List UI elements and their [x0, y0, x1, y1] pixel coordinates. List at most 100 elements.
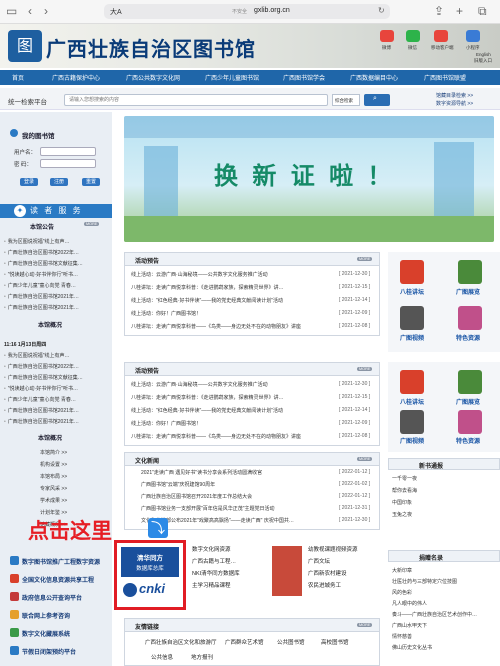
bagui-forum-icon[interactable] [400, 370, 424, 394]
overview-link[interactable]: 本馆布局 >> [40, 473, 67, 480]
bagui-forum-label[interactable]: 八桂讲坛 [400, 287, 424, 296]
login-button[interactable]: 登录 [20, 178, 38, 186]
activity-item[interactable]: 线上活动：你好！广西图书馆！ [131, 310, 331, 317]
notice-item[interactable]: 广西壮族自治区图书馆2022年… [4, 249, 108, 256]
hero-banner[interactable]: 换 新 证 啦 ！ [124, 116, 494, 242]
donation-item[interactable]: 大新印章 [392, 567, 412, 574]
username-field[interactable] [40, 147, 96, 156]
notice-item[interactable]: 广西壮族自治区图书馆2022年… [4, 363, 108, 370]
notice-item[interactable]: 广西少年儿童"童心向党 青春… [4, 396, 108, 403]
resource-link[interactable]: 广西文坛 [308, 556, 380, 568]
digital-library-link[interactable]: 数字图书馆推广工程数字资源 [22, 557, 100, 566]
holiday-booking-link[interactable]: 节假日闭架预约平台 [22, 647, 76, 656]
address-bar[interactable]: 大A 不安全 gxlib.org.cn ↻ [104, 4, 390, 19]
donation-item[interactable]: 情怀慈善 [392, 633, 412, 640]
friend-link[interactable]: 公共信息 [151, 653, 173, 661]
activities-more-button[interactable]: MORE [357, 367, 373, 371]
mini-program-label[interactable]: 小程序 [466, 45, 480, 51]
new-book-item[interactable]: 中国印象 [392, 499, 412, 506]
wechat-icon[interactable] [406, 30, 420, 42]
donation-item[interactable]: 凡人眼中的伟人 [392, 600, 427, 607]
notice-item[interactable]: "悦读越心动·好书伴你行"听书… [4, 271, 108, 278]
register-button[interactable]: 注册 [50, 178, 68, 186]
nav-children-library[interactable]: 广西少年儿童图书馆 [205, 73, 259, 82]
reset-button[interactable]: 重置 [82, 178, 100, 186]
video-icon[interactable] [400, 410, 424, 434]
shared-resource-link[interactable]: 全国文化信息资源共享工程 [22, 575, 94, 584]
back-icon[interactable]: ‹ [28, 4, 32, 18]
donation-item[interactable]: 奏斗——广西壮族自治区艺术创作中… [392, 611, 498, 618]
forward-icon[interactable]: › [44, 4, 48, 18]
overview-link[interactable]: 专家风采 >> [40, 485, 67, 492]
exhibition-icon[interactable] [458, 260, 482, 284]
friend-link[interactable]: 广西群众艺术馆 [225, 638, 264, 646]
nav-digital-culture[interactable]: 广西公共数字文化网 [126, 73, 180, 82]
activity-item[interactable]: 线上活动：云游广西·山海秘境——公共数字文化服务推广活动 [131, 381, 331, 388]
old-version-link[interactable]: 旧版入口 [474, 58, 492, 64]
friend-links-more-button[interactable]: MORE [357, 623, 373, 627]
nav-library-alliance[interactable]: 广西图书馆联盟 [424, 73, 466, 82]
resource-link[interactable]: 广西古籍与工程… [192, 556, 262, 568]
activities-more-button[interactable]: MORE [357, 257, 373, 261]
exhibition-icon[interactable] [458, 370, 482, 394]
notice-item[interactable]: 我为区图说祝福"线上有声… [4, 352, 108, 359]
nav-ancient-books[interactable]: 广西古籍保护中心 [52, 73, 100, 82]
book-cover-image[interactable] [272, 546, 302, 596]
news-item[interactable]: 2021"走读广西 遇见好书"读书分享会系列活动圆满收官 [141, 469, 331, 476]
activity-item[interactable]: 八桂讲坛：走读广西悦享科普——《鸟类——身边无处不在的动物朋友》讲座 [131, 433, 331, 440]
tabs-overview-icon[interactable]: ⧉ [478, 4, 487, 19]
special-resource-label[interactable]: 特色资源 [456, 333, 480, 342]
notice-more-button[interactable]: MORE [84, 222, 100, 226]
friend-link[interactable]: 广西壮族自治区文化和旅游厅 [145, 638, 217, 646]
search-input[interactable] [64, 94, 328, 106]
notice-item[interactable]: 广西壮族自治区图书馆文献征集… [4, 260, 108, 267]
news-item[interactable]: 广西图书馆业务一支部开展"百年信是风华正茂"主题党日活动 [141, 505, 331, 512]
culture-exhibit-link[interactable]: 数字文化藏展系统 [22, 629, 70, 638]
nav-cataloging-center[interactable]: 广西数据编目中心 [350, 73, 398, 82]
news-item[interactable]: 广西图书馆"云端"庆祝建馆90周年 [141, 481, 331, 488]
video-label[interactable]: 广图视频 [400, 436, 424, 445]
new-book-item[interactable]: 帮你去看海 [392, 487, 417, 494]
exhibition-label[interactable]: 广图展览 [456, 287, 480, 296]
reference-link[interactable]: 联合网上参考咨询 [22, 611, 70, 620]
resource-link[interactable]: 农民进城务工 [308, 580, 380, 592]
special-resource-icon[interactable] [458, 410, 482, 434]
activity-item[interactable]: 八桂讲坛：走读广西悦享科普：《走进鹦鹉家族，探索精灵世界》讲… [131, 284, 331, 291]
new-tab-icon[interactable]: + [456, 4, 463, 18]
overview-link[interactable]: 本馆简介 >> [40, 449, 67, 456]
news-item[interactable]: 文化和旅游部公布2021年"戏聚高高飘扬"——走读广西" 庆祝中国共… [141, 517, 331, 524]
resource-link[interactable]: 幼教视课题视频资源 [308, 544, 380, 556]
new-book-item[interactable]: 玉兔之夜 [392, 511, 412, 518]
notice-item[interactable]: 广西壮族自治区图书馆2021年… [4, 418, 108, 425]
url-text[interactable]: gxlib.org.cn [254, 7, 290, 14]
video-icon[interactable] [400, 306, 424, 330]
donation-item[interactable]: 广西山水甲天下 [392, 622, 427, 629]
resource-link[interactable]: NKI清华同方数据库 [192, 568, 262, 580]
friend-link[interactable]: 公共图书馆 [277, 638, 305, 646]
reload-icon[interactable]: ↻ [378, 6, 385, 15]
donation-item[interactable]: 佛山历史文化丛书 [392, 644, 432, 651]
weibo-icon[interactable] [380, 30, 394, 42]
gov-info-link[interactable]: 政府信息公开查询平台 [22, 593, 82, 602]
donation-item[interactable]: 风的色彩 [392, 589, 412, 596]
bagui-forum-label[interactable]: 八桂讲坛 [400, 397, 424, 406]
mobile-app-icon[interactable] [434, 30, 448, 42]
reader-view-label[interactable]: 大A [110, 7, 122, 17]
nav-library-society[interactable]: 广西图书馆学会 [283, 73, 325, 82]
mobile-app-label[interactable]: 移动客户端 [431, 45, 454, 51]
share-icon[interactable]: ⇪ [434, 4, 444, 18]
search-button[interactable]: ⌕ [364, 94, 390, 106]
mini-program-icon[interactable] [466, 30, 480, 42]
library-logo[interactable]: 图 [8, 30, 42, 62]
overview-link[interactable]: 学术成果 >> [40, 497, 67, 504]
catalog-search-link[interactable]: 馆藏目录检索 >> [436, 92, 473, 99]
english-link[interactable]: English [476, 52, 491, 57]
nav-home[interactable]: 首页 [12, 73, 24, 82]
donation-item[interactable]: 壮医壮药与三部特定穴位技图 [392, 578, 457, 585]
digital-resource-link[interactable]: 数字资源导航 >> [436, 100, 473, 107]
activity-item[interactable]: 八桂讲坛：走读广西悦享科普——《鸟类——身边无处不在的动物朋友》讲座 [131, 323, 331, 330]
activity-item[interactable]: 八桂讲坛：走读广西悦享科普：《走进鹦鹉家族，探索精灵世界》讲… [131, 394, 331, 401]
special-resource-icon[interactable] [458, 306, 482, 330]
overview-link[interactable]: 机构设置 >> [40, 461, 67, 468]
notice-item[interactable]: 我为区图说祝福"线上有声… [4, 238, 108, 245]
